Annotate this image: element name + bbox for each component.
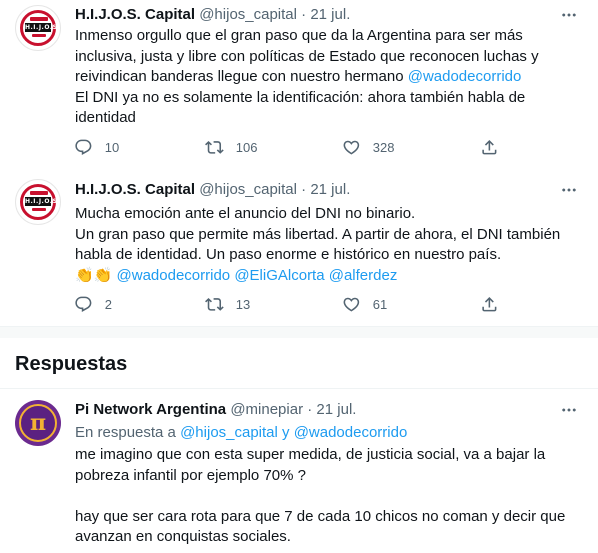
- retweet-count: 13: [235, 296, 251, 312]
- mention-links[interactable]: @wadodecorrido @EliGAlcorta @alferdez: [117, 267, 398, 284]
- share-icon: [482, 296, 497, 312]
- reply-prefix: En respuesta a: [75, 424, 181, 441]
- logo-text: H.I.J.O.S: [25, 197, 58, 206]
- mention-link[interactable]: @wadodecorrido: [408, 68, 522, 85]
- section-title: Respuestas: [15, 353, 128, 375]
- retweet-icon: [205, 140, 224, 154]
- reply-button[interactable]: 10: [74, 137, 119, 157]
- separator-dot: ·: [301, 6, 307, 23]
- tweet-line: inclusiva, justa y libre con políticas d…: [75, 47, 539, 65]
- reply-line: avanzan en conquistas sociales.: [75, 528, 291, 545]
- logo-mark-bottom: [32, 208, 46, 211]
- avatar-hijos-capital[interactable]: H.I.J.O.S: [15, 179, 61, 225]
- separator-dot: ·: [307, 401, 313, 418]
- reply-line: me imagino que con esta super medida, de…: [75, 446, 546, 463]
- tweet-text: Inmenso orgullo que el gran paso que da …: [75, 26, 575, 129]
- reply-button[interactable]: 2: [74, 294, 112, 314]
- like-icon: [343, 140, 360, 155]
- share-icon: [482, 139, 497, 155]
- tweet-date[interactable]: 21 jul.: [310, 181, 350, 198]
- logo-mark: [30, 17, 48, 21]
- tweet-header: H.I.J.O.S. Capital @hijos_capital · 21 j…: [75, 5, 350, 25]
- avatar-pi-network[interactable]: π: [15, 400, 61, 446]
- reply-count: 2: [104, 296, 112, 312]
- tweet-date[interactable]: 21 jul.: [310, 6, 350, 23]
- section-divider: [0, 326, 598, 338]
- retweet-count: 106: [235, 139, 258, 155]
- tweet-line-text: reivindican banderas llegue con nuestro …: [75, 68, 408, 85]
- tweet-2[interactable]: H.I.J.O.S H.I.J.O.S. Capital @hijos_capi…: [0, 174, 598, 324]
- tweet-1[interactable]: H.I.J.O.S H.I.J.O.S. Capital @hijos_capi…: [0, 0, 598, 165]
- reply-tweet[interactable]: π Pi Network Argentina @minepiar · 21 ju…: [0, 389, 598, 553]
- author-name[interactable]: H.I.J.O.S. Capital: [75, 6, 195, 23]
- reply-line: [75, 486, 575, 507]
- tweet-line: identidad: [75, 109, 136, 126]
- retweet-icon: [205, 297, 224, 311]
- reply-line: pobreza infantil por ejemplo 70% ?: [75, 466, 306, 484]
- like-button[interactable]: 61: [342, 294, 387, 314]
- avatar-hijos-capital[interactable]: H.I.J.O.S: [15, 5, 61, 51]
- like-button[interactable]: 328: [342, 137, 394, 157]
- retweet-button[interactable]: 106: [205, 137, 257, 157]
- tweet-line: Un gran paso que permite más libertad. A…: [75, 225, 561, 243]
- reply-count: 10: [104, 139, 120, 155]
- author-handle[interactable]: @hijos_capital: [199, 181, 297, 198]
- tweet-line: El DNI ya no es solamente la identificac…: [75, 88, 526, 106]
- tweet-line: habla de identidad. Un paso enorme e his…: [75, 246, 502, 263]
- clap-emoji: 👏👏: [75, 266, 113, 284]
- more-icon[interactable]: [560, 181, 578, 199]
- reply-icon: [75, 139, 92, 155]
- like-count: 328: [372, 139, 395, 155]
- reply-icon: [75, 296, 92, 312]
- share-button[interactable]: [480, 294, 499, 314]
- more-icon[interactable]: [560, 401, 578, 419]
- more-icon[interactable]: [560, 6, 578, 24]
- like-count: 61: [372, 296, 388, 312]
- tweet-date[interactable]: 21 jul.: [316, 401, 356, 418]
- reply-line: hay que ser cara rota para que 7 de cada…: [75, 507, 566, 525]
- author-name[interactable]: Pi Network Argentina: [75, 401, 226, 418]
- reply-header: Pi Network Argentina @minepiar · 21 jul.: [75, 400, 356, 420]
- pi-logo-ring: π: [19, 404, 57, 442]
- logo-mark-bottom: [32, 34, 46, 37]
- tweet-text: Mucha emoción ante el anuncio del DNI no…: [75, 204, 575, 286]
- author-handle[interactable]: @hijos_capital: [199, 6, 297, 23]
- tweet-line: Mucha emoción ante el anuncio del DNI no…: [75, 205, 416, 222]
- share-button[interactable]: [480, 137, 499, 157]
- separator-dot: ·: [301, 181, 307, 198]
- reply-text: me imagino que con esta super medida, de…: [75, 445, 575, 548]
- pi-symbol: π: [29, 410, 47, 436]
- like-icon: [343, 297, 360, 312]
- tweet-line: reivindican banderas llegue con nuestro …: [75, 67, 575, 88]
- author-name[interactable]: H.I.J.O.S. Capital: [75, 181, 195, 198]
- replying-to: En respuesta a @hijos_capital y @wadodec…: [75, 423, 407, 443]
- retweet-button[interactable]: 13: [205, 294, 250, 314]
- author-handle[interactable]: @minepiar: [230, 401, 303, 418]
- tweet-line: Inmenso orgullo que el gran paso que da …: [75, 27, 523, 44]
- logo-mark: [30, 191, 48, 195]
- tweet-line: 👏👏 @wadodecorrido @EliGAlcorta @alferdez: [75, 266, 575, 287]
- logo-text: H.I.J.O.S: [25, 23, 58, 32]
- reply-target-links[interactable]: @hijos_capital y @wadodecorrido: [180, 424, 407, 441]
- tweet-header: H.I.J.O.S. Capital @hijos_capital · 21 j…: [75, 180, 350, 200]
